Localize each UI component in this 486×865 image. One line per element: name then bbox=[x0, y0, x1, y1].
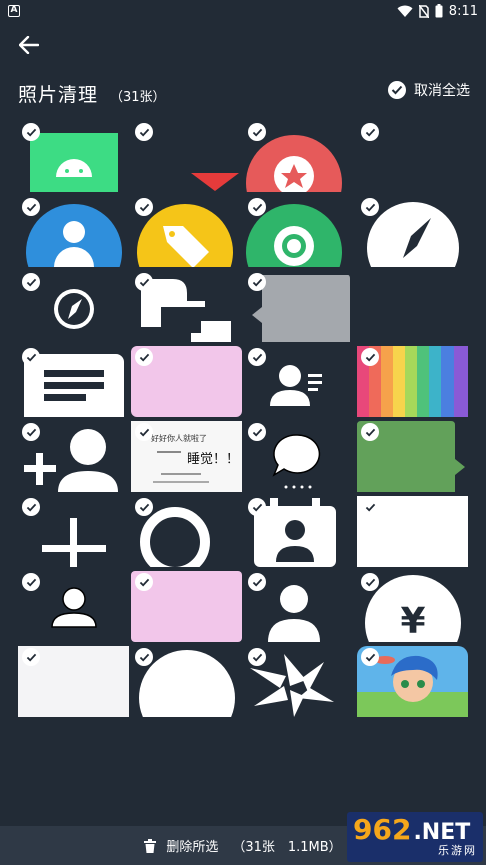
photo-item[interactable] bbox=[244, 121, 355, 192]
delete-selected-label: 删除所选 bbox=[166, 840, 219, 855]
check-icon bbox=[22, 573, 40, 591]
photo-item[interactable] bbox=[357, 196, 468, 267]
check-icon bbox=[135, 648, 153, 666]
deselect-all-button[interactable]: 取消全选 bbox=[388, 80, 470, 100]
check-icon bbox=[361, 573, 379, 591]
photo-item[interactable] bbox=[18, 646, 129, 717]
check-icon bbox=[22, 348, 40, 366]
check-icon bbox=[248, 348, 266, 366]
photo-item[interactable] bbox=[131, 271, 242, 342]
check-icon bbox=[135, 573, 153, 591]
watermark-number: 962 bbox=[353, 813, 412, 846]
photo-item[interactable] bbox=[244, 421, 355, 492]
deselect-all-label: 取消全选 bbox=[414, 83, 470, 99]
photo-item[interactable] bbox=[18, 271, 129, 342]
photo-item[interactable] bbox=[18, 571, 129, 642]
back-button[interactable] bbox=[14, 30, 44, 60]
check-icon bbox=[248, 123, 266, 141]
photo-grid: 好好你人就啦了 睡觉！！ ¥ bbox=[18, 121, 468, 717]
photo-item[interactable] bbox=[131, 571, 242, 642]
photo-item[interactable] bbox=[244, 496, 355, 567]
check-icon bbox=[22, 423, 40, 441]
photo-item[interactable] bbox=[18, 121, 129, 192]
note-line-2: 睡觉！！ bbox=[187, 452, 239, 467]
photo-item[interactable] bbox=[18, 196, 129, 267]
check-icon bbox=[248, 273, 266, 291]
photo-item[interactable] bbox=[131, 496, 242, 567]
app-notification-icon: A bbox=[8, 5, 20, 17]
check-icon bbox=[248, 498, 266, 516]
photo-item[interactable] bbox=[18, 421, 129, 492]
photo-item[interactable]: 好好你人就啦了 睡觉！！ bbox=[131, 421, 242, 492]
check-icon bbox=[248, 198, 266, 216]
check-icon bbox=[135, 273, 153, 291]
photo-item[interactable] bbox=[244, 271, 355, 342]
title-row: 照片清理 （31张） bbox=[18, 80, 166, 107]
photo-count: （31张） bbox=[110, 90, 166, 105]
trash-icon bbox=[144, 838, 157, 853]
photo-item[interactable] bbox=[18, 496, 129, 567]
check-icon bbox=[22, 198, 40, 216]
check-icon bbox=[22, 123, 40, 141]
check-icon bbox=[361, 423, 379, 441]
photo-item[interactable] bbox=[357, 646, 468, 717]
photo-item[interactable] bbox=[244, 346, 355, 417]
site-watermark-logo: 962 .NET 乐游网 bbox=[347, 812, 483, 862]
note-line-1: 好好你人就啦了 bbox=[151, 433, 207, 443]
check-icon bbox=[135, 498, 153, 516]
clock: 8:11 bbox=[448, 3, 478, 19]
photo-item[interactable] bbox=[357, 421, 468, 492]
check-icon bbox=[361, 123, 379, 141]
no-sim-icon bbox=[418, 4, 429, 18]
check-icon bbox=[248, 648, 266, 666]
check-icon bbox=[388, 81, 406, 99]
check-icon bbox=[361, 648, 379, 666]
check-icon bbox=[361, 198, 379, 216]
photo-item[interactable] bbox=[357, 496, 468, 567]
wifi-icon bbox=[397, 5, 413, 17]
check-icon bbox=[361, 348, 379, 366]
check-icon bbox=[135, 423, 153, 441]
check-icon bbox=[135, 198, 153, 216]
dark-empty-image bbox=[357, 271, 468, 342]
selection-summary: （31张 1.1MB） bbox=[232, 840, 342, 855]
svg-text:¥: ¥ bbox=[400, 601, 425, 642]
check-icon bbox=[22, 273, 40, 291]
photo-item[interactable] bbox=[244, 571, 355, 642]
photo-item[interactable] bbox=[131, 346, 242, 417]
check-icon bbox=[248, 573, 266, 591]
back-arrow-icon bbox=[19, 36, 39, 54]
photo-item[interactable] bbox=[357, 121, 468, 192]
photo-item[interactable]: ¥ bbox=[357, 571, 468, 642]
photo-item[interactable] bbox=[131, 196, 242, 267]
photo-item[interactable] bbox=[357, 346, 468, 417]
page-title: 照片清理 bbox=[18, 84, 99, 106]
status-bar: A 8:11 bbox=[0, 0, 486, 22]
photo-item[interactable] bbox=[131, 646, 242, 717]
photo-item[interactable] bbox=[357, 271, 468, 342]
check-icon bbox=[135, 123, 153, 141]
check-icon bbox=[248, 423, 266, 441]
check-icon bbox=[361, 498, 379, 516]
battery-icon bbox=[435, 4, 443, 18]
photo-item[interactable] bbox=[244, 646, 355, 717]
photo-item[interactable] bbox=[18, 346, 129, 417]
photo-item[interactable] bbox=[244, 196, 355, 267]
check-icon bbox=[135, 348, 153, 366]
check-icon bbox=[22, 498, 40, 516]
photo-item[interactable] bbox=[131, 121, 242, 192]
check-icon bbox=[22, 648, 40, 666]
